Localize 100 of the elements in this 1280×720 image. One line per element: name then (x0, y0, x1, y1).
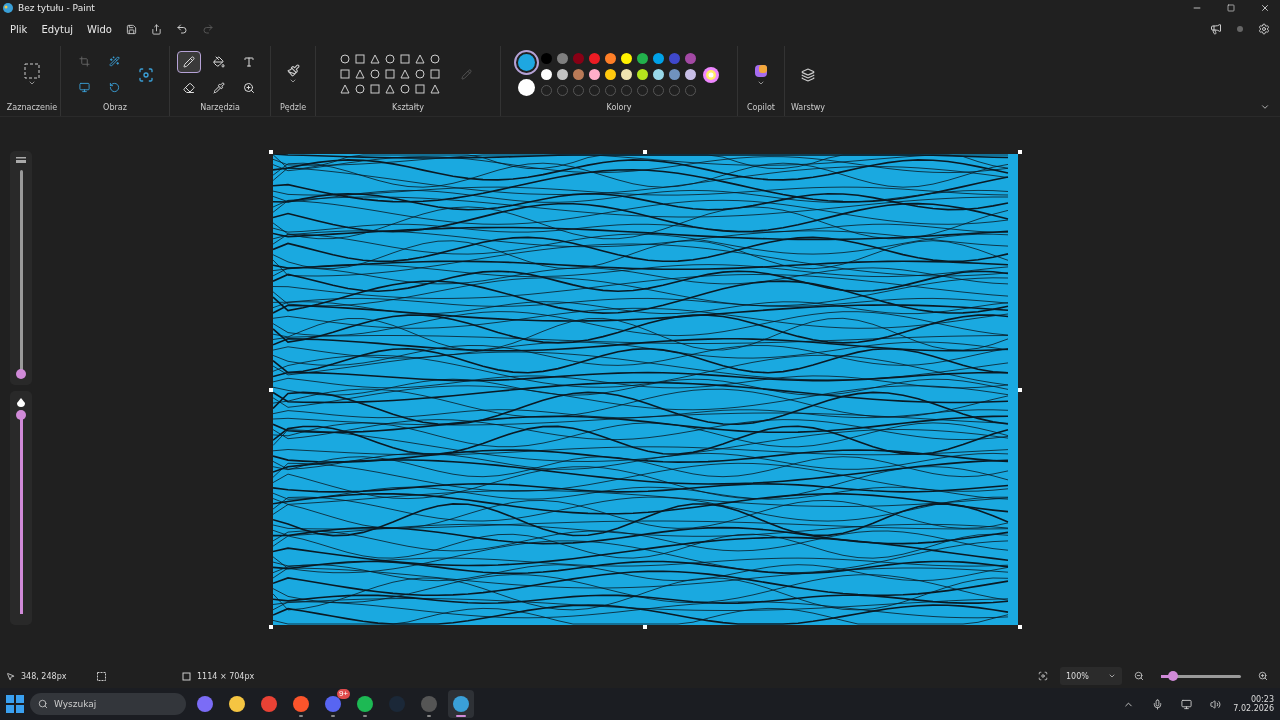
caret-icon (289, 77, 297, 85)
volume-icon (1210, 698, 1222, 710)
zoom-out-icon (1134, 671, 1144, 681)
zoom-dropdown[interactable]: 100% (1060, 667, 1122, 685)
taskbar-app[interactable] (448, 690, 474, 718)
restore-icon (1227, 4, 1235, 12)
canvas-size: 1114 × 704px (197, 671, 255, 681)
clock-time: 00:23 (1250, 695, 1274, 704)
color-swatch[interactable] (557, 53, 568, 64)
tool-button[interactable] (177, 50, 201, 73)
pointer-icon (6, 671, 15, 681)
menu-item[interactable]: Plik (4, 19, 34, 39)
brush-icon (286, 64, 300, 77)
layers-icon (801, 67, 815, 82)
group-label: Warstwy (790, 103, 826, 114)
letter-icon (243, 55, 255, 68)
color-swatch[interactable] (637, 53, 648, 64)
app-icon (229, 696, 245, 712)
resize-handle[interactable] (1017, 150, 1022, 154)
rotate-icon (108, 82, 120, 93)
color-swatch[interactable] (573, 69, 584, 80)
app-icon (197, 696, 213, 712)
megaphone-icon (1210, 23, 1222, 35)
color-swatch[interactable] (637, 69, 648, 80)
menu-item[interactable]: Edytuj (35, 19, 79, 39)
color-swatch[interactable] (653, 69, 664, 80)
app-icon (421, 696, 437, 712)
selection-size-icon (97, 671, 106, 681)
resize-handle[interactable] (643, 625, 647, 629)
dashed-square-icon (24, 62, 40, 79)
eyedropper-icon (213, 81, 225, 94)
color-swatch[interactable] (669, 69, 680, 80)
canvas-size-icon (182, 671, 191, 681)
secondary-color[interactable] (518, 78, 535, 96)
color-swatch[interactable] (605, 69, 616, 80)
wand-icon (108, 56, 120, 67)
brush-size-icon (16, 157, 26, 163)
color-swatch[interactable] (621, 69, 632, 80)
app-icon (293, 696, 309, 712)
color-swatch[interactable] (605, 53, 616, 64)
slider-thumb[interactable] (16, 410, 26, 420)
opacity-drop-icon (16, 397, 26, 408)
clock-date: 7.02.2026 (1233, 704, 1274, 713)
monitor-icon (78, 82, 90, 93)
color-swatch[interactable] (541, 53, 552, 64)
resize-handle[interactable] (268, 625, 273, 629)
menu-item[interactable]: Wido (81, 19, 118, 39)
color-swatch[interactable] (685, 69, 696, 80)
color-swatch[interactable] (541, 69, 552, 80)
color-swatch[interactable] (621, 53, 632, 64)
redo-icon (201, 23, 214, 35)
group-label: Kształty (392, 103, 424, 114)
copilot-logo-icon (753, 62, 769, 79)
color-swatch[interactable] (557, 69, 568, 80)
group-label: Pędzle (279, 103, 307, 114)
color-swatch[interactable] (685, 53, 696, 64)
slider-thumb[interactable] (16, 369, 26, 379)
pencil-icon (460, 69, 472, 80)
zoom-in-icon (1258, 671, 1268, 681)
caret-icon (1108, 672, 1116, 680)
group-label: Kolory (606, 103, 632, 114)
focus-icon (1038, 671, 1048, 681)
search-icon (38, 699, 48, 709)
color-swatch[interactable] (589, 69, 600, 80)
group-label: Narzędzia (200, 103, 240, 114)
search-field[interactable]: Wyszukaj (30, 693, 186, 715)
resize-handle[interactable] (268, 387, 273, 392)
app-icon (453, 696, 469, 712)
color-swatch[interactable] (573, 53, 584, 64)
settings-icon (1258, 23, 1270, 35)
microphone-icon (1152, 698, 1164, 710)
monitor-icon (1181, 698, 1193, 710)
close-icon (1260, 3, 1270, 13)
pencil-icon (183, 55, 195, 68)
notification-badge: 9+ (336, 689, 350, 699)
app-icon (325, 696, 341, 712)
paint-bucket-icon (213, 55, 225, 68)
primary-color[interactable] (518, 53, 535, 71)
color-swatch[interactable] (589, 53, 600, 64)
color-swatch[interactable] (669, 53, 680, 64)
save-icon (125, 23, 137, 35)
group-label: Zaznaczenie (6, 103, 58, 114)
magnifier-icon (243, 81, 255, 94)
paint-logo-icon (2, 2, 14, 14)
app-icon (357, 696, 373, 712)
crop-icon (78, 56, 90, 67)
person-icon (1236, 25, 1244, 33)
color-swatch[interactable] (653, 53, 664, 64)
window-title: Bez tytułu - Paint (18, 3, 95, 13)
color-wheel-icon[interactable] (702, 65, 720, 84)
start-button[interactable] (6, 695, 24, 713)
resize-handle[interactable] (1017, 387, 1022, 392)
group-label: Copilot (746, 103, 775, 114)
group-label: Obraz (103, 103, 127, 114)
cursor-position: 348, 248px (21, 671, 68, 681)
share-icon (150, 23, 162, 35)
slider-thumb[interactable] (1168, 671, 1178, 681)
resize-handle[interactable] (643, 150, 647, 154)
resize-handle[interactable] (268, 150, 273, 154)
resize-handle[interactable] (1017, 625, 1022, 629)
